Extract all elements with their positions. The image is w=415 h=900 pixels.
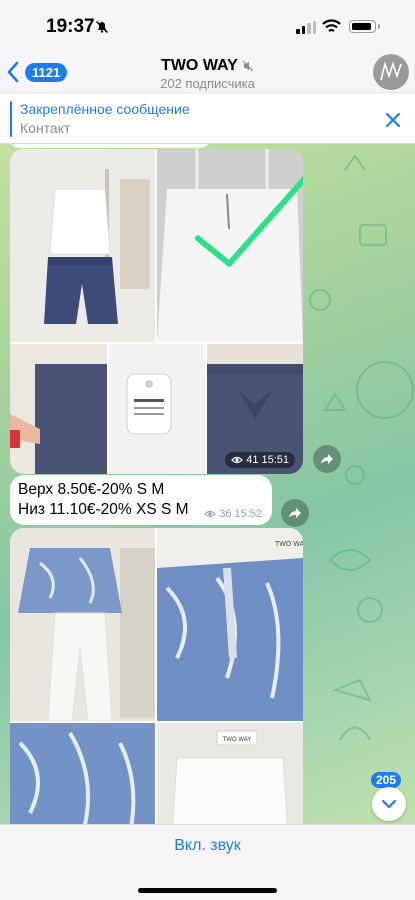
share-button[interactable] xyxy=(313,445,341,473)
outfit-top-shorts-image xyxy=(10,149,155,342)
pinned-indicator xyxy=(10,101,12,137)
pinned-title: Закреплённое сообщение xyxy=(20,101,190,117)
album2-photo-4[interactable]: TWO WAY xyxy=(157,723,303,824)
text-message-views: 36 xyxy=(219,508,232,520)
price-top-line: Верх 8.50€-20% S M xyxy=(18,481,165,498)
blouse-closeup-image: TWO WAY xyxy=(157,528,303,721)
shorts-waist-image xyxy=(10,344,107,474)
store-sign: TWO WAY xyxy=(275,541,303,548)
blouse-pattern-image xyxy=(10,723,155,824)
cellular-signal-icon xyxy=(296,21,316,34)
hanger-tag: TWO WAY xyxy=(223,737,252,743)
album2-photo-2[interactable]: TWO WAY xyxy=(157,528,303,721)
pinned-message-bar[interactable]: Закреплённое сообщение Контакт xyxy=(0,92,415,144)
bottom-bar: Вкл. звук xyxy=(0,824,415,900)
album2-photo-1[interactable] xyxy=(10,528,155,721)
photo-album-message-2[interactable]: TWO WAY TWO WAY xyxy=(10,528,303,824)
album-photo-3[interactable] xyxy=(10,344,107,474)
unmute-button[interactable]: Вкл. звук xyxy=(0,837,415,855)
previous-message-edge xyxy=(10,144,210,148)
album1-views: 41 xyxy=(246,454,259,466)
home-indicator[interactable] xyxy=(138,888,277,893)
wifi-icon xyxy=(322,19,341,32)
photo-album-message[interactable]: 41 15:51 xyxy=(10,149,303,474)
channel-avatar[interactable] xyxy=(373,54,409,90)
share-button[interactable] xyxy=(281,499,309,527)
close-icon[interactable] xyxy=(384,111,402,129)
album-photo-4[interactable] xyxy=(109,344,205,474)
album-photo-1[interactable] xyxy=(10,149,155,342)
white-jeans-image: TWO WAY xyxy=(157,723,303,824)
unread-counter: 205 xyxy=(371,772,402,788)
muted-icon xyxy=(242,60,254,72)
battery-icon xyxy=(349,20,380,33)
avatar-logo-icon xyxy=(374,55,408,89)
channel-title[interactable]: TWO WAY xyxy=(0,57,415,75)
share-arrow-icon xyxy=(321,454,333,464)
share-arrow-icon xyxy=(289,508,301,518)
pinned-text: Контакт xyxy=(20,120,71,136)
price-text-message[interactable]: Верх 8.50€-20% S M Низ 11.10€-20% XS S M… xyxy=(10,475,272,525)
subscriber-count: 202 подписчика xyxy=(160,76,255,91)
album-photo-2[interactable] xyxy=(157,149,303,342)
album1-time: 15:51 xyxy=(261,454,289,466)
message-list[interactable]: 41 15:51 Верх 8.50€-20% S M Низ 11.10€-2… xyxy=(0,144,415,824)
status-bar: 19:37 xyxy=(0,0,415,54)
blouse-jeans-outfit-image xyxy=(10,528,155,721)
clock: 19:37 xyxy=(46,16,95,37)
album1-meta: 41 15:51 xyxy=(225,452,295,468)
album-photo-5[interactable]: 41 15:51 xyxy=(207,344,303,474)
channel-name: TWO WAY xyxy=(161,57,238,74)
text-message-time: 15:52 xyxy=(234,508,262,520)
scroll-to-bottom-button[interactable] xyxy=(372,787,406,821)
views-eye-icon xyxy=(204,510,217,518)
album2-photo-3[interactable] xyxy=(10,723,155,824)
camisole-closeup-image xyxy=(157,149,303,342)
text-message-meta: 36 15:52 xyxy=(204,508,262,520)
chevron-down-icon xyxy=(381,799,397,809)
size-label-image xyxy=(109,344,205,474)
notifications-off-icon xyxy=(95,20,109,34)
top-bar: 19:37 1121 TWO WAY 202 подписчика xyxy=(0,0,415,92)
views-eye-icon xyxy=(231,456,244,464)
